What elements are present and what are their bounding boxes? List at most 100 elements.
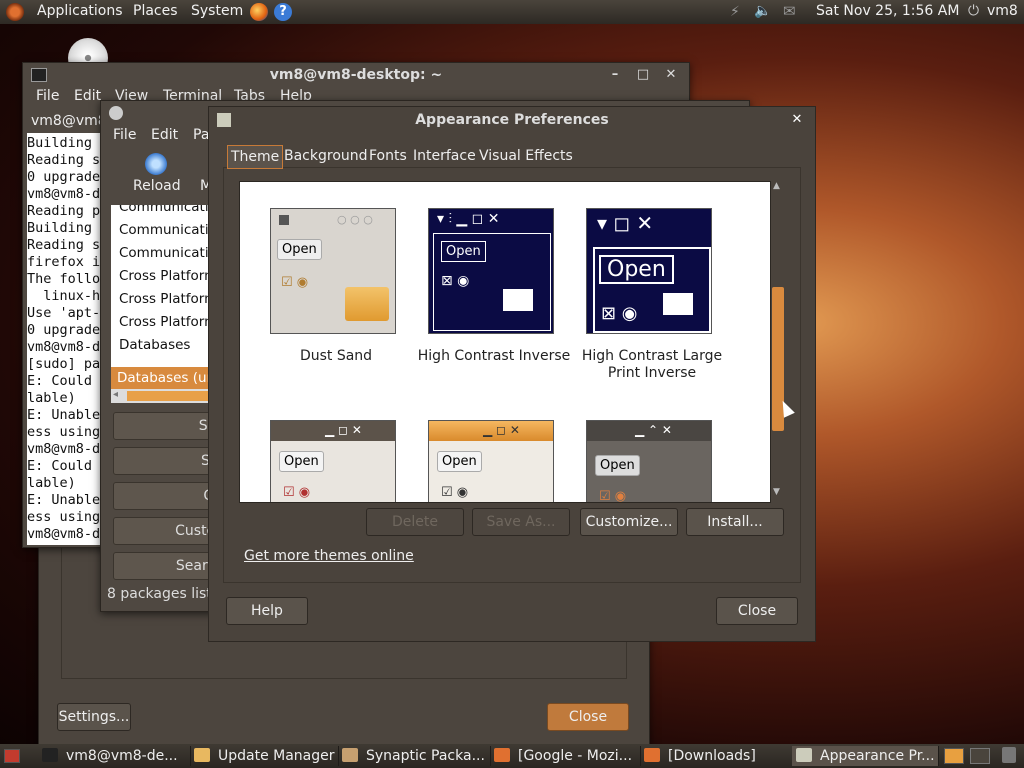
taskbar-button[interactable]: [Downloads] bbox=[640, 746, 793, 766]
task-label: [Google - Mozi... bbox=[518, 748, 633, 764]
section-list-item[interactable]: Communicatio bbox=[119, 245, 211, 261]
customize-button[interactable]: Customize... bbox=[580, 508, 678, 536]
packages-status: 8 packages liste bbox=[107, 586, 221, 602]
applications-menu[interactable]: Applications bbox=[37, 3, 123, 19]
taskbar-button[interactable]: Synaptic Packa... bbox=[338, 746, 491, 766]
close-button[interactable]: Close bbox=[716, 597, 798, 625]
volume-icon[interactable]: 🔈 bbox=[754, 3, 771, 19]
package-section-list[interactable]: Communicatio Communicatio Communicatio Cros… bbox=[111, 205, 211, 389]
appearance-titlebar[interactable]: Appearance Preferences ✕ bbox=[209, 107, 815, 133]
terminal-tab[interactable]: vm8@vm8 bbox=[31, 113, 107, 129]
network-icon[interactable]: ⚡ bbox=[730, 4, 740, 20]
terminal-line: Reading s bbox=[27, 237, 101, 253]
clock[interactable]: Sat Nov 25, 1:56 AM bbox=[816, 3, 959, 19]
task-app-icon bbox=[194, 748, 210, 762]
section-list-scroll-thumb[interactable] bbox=[127, 391, 211, 401]
folder-icon bbox=[503, 289, 533, 311]
install-button[interactable]: Install... bbox=[686, 508, 784, 536]
theme-preview-dust-sand[interactable]: ○ ○ ○ Open ☑ ◉ bbox=[270, 208, 396, 334]
taskbar-button[interactable]: vm8@vm8-de... bbox=[38, 746, 191, 766]
synaptic-menu-file[interactable]: File bbox=[113, 127, 136, 143]
theme-preview-high-contrast-inverse[interactable]: ▾ ⫶ ▁ ◻ ✕ Open ⊠ ◉ bbox=[428, 208, 554, 334]
terminal-maximize-icon[interactable]: □ bbox=[635, 67, 651, 83]
places-menu[interactable]: Places bbox=[133, 3, 178, 19]
window-icon bbox=[279, 215, 289, 225]
terminal-menu-edit[interactable]: Edit bbox=[74, 88, 101, 104]
taskbar-button[interactable]: Update Manager bbox=[190, 746, 339, 766]
reload-button[interactable]: Reload bbox=[133, 178, 181, 194]
task-label: vm8@vm8-de... bbox=[66, 748, 178, 764]
tab-theme[interactable]: Theme bbox=[227, 145, 284, 169]
synaptic-menu-package[interactable]: Pa bbox=[193, 127, 209, 143]
checkbox-icon: ☑ ◉ bbox=[283, 485, 311, 500]
section-list-item[interactable]: Communicatio bbox=[119, 222, 211, 238]
tab-visual-effects[interactable]: Visual Effects bbox=[479, 145, 573, 167]
bottom-panel: vm8@vm8-de... Update Manager Synaptic Pack… bbox=[0, 744, 1024, 768]
terminal-line: linux-h bbox=[27, 288, 101, 304]
tab-interface[interactable]: Interface bbox=[413, 145, 476, 167]
terminal-menu-file[interactable]: File bbox=[36, 88, 59, 104]
trash-icon[interactable] bbox=[1002, 747, 1016, 763]
section-list-item[interactable]: Databases bbox=[119, 337, 190, 353]
tab-background[interactable]: Background bbox=[284, 145, 368, 167]
terminal-titlebar[interactable]: vm8@vm8-desktop: ~ – □ ✕ bbox=[23, 63, 689, 87]
checkbox-icon: ☑ ◉ bbox=[599, 489, 627, 503]
terminal-title: vm8@vm8-desktop: ~ bbox=[269, 67, 443, 83]
section-list-item[interactable]: Cross Platform bbox=[119, 291, 211, 307]
checkbox-icon: ☑ ◉ bbox=[281, 275, 309, 290]
tab-fonts[interactable]: Fonts bbox=[369, 145, 407, 167]
section-list-item[interactable]: Cross Platform bbox=[119, 268, 211, 284]
scroll-up-icon[interactable]: ▲ bbox=[773, 181, 780, 191]
terminal-close-icon[interactable]: ✕ bbox=[663, 67, 679, 83]
scroll-down-icon[interactable]: ▼ bbox=[773, 487, 780, 497]
task-app-icon bbox=[494, 748, 510, 762]
terminal-minimize-icon[interactable]: – bbox=[607, 67, 623, 83]
checkbox-icon: ☑ ◉ bbox=[441, 485, 469, 500]
terminal-line: [sudo] pa bbox=[27, 356, 101, 372]
delete-button[interactable]: Delete bbox=[366, 508, 464, 536]
terminal-line: 0 upgrade bbox=[27, 169, 101, 185]
window-buttons-icon: ▁ ⌃ ✕ bbox=[635, 423, 672, 437]
save-as-button[interactable]: Save As... bbox=[472, 508, 570, 536]
show-desktop-icon[interactable] bbox=[4, 749, 20, 763]
terminal-line: Reading p bbox=[27, 203, 101, 219]
terminal-output[interactable]: Building Reading s0 upgrade vm8@vm8-d Readi… bbox=[27, 133, 107, 545]
get-more-themes-link[interactable]: Get more themes online bbox=[244, 548, 414, 564]
terminal-line: Building bbox=[27, 220, 93, 236]
selected-section-label: Databases (ur bbox=[117, 370, 211, 386]
theme-preview-6[interactable]: ▁ ⌃ ✕ Open ☑ ◉ bbox=[586, 420, 712, 503]
theme-preview-high-contrast-large-print-inverse[interactable]: ▾ ◻ ✕ Open ⊠ ◉ bbox=[586, 208, 712, 334]
window-buttons-icon: ▁ ◻ ✕ bbox=[483, 423, 520, 437]
system-menu[interactable]: System bbox=[191, 3, 243, 19]
taskbar-button[interactable]: [Google - Mozi... bbox=[490, 746, 641, 766]
reload-icon[interactable] bbox=[145, 153, 167, 175]
appearance-close-icon[interactable]: ✕ bbox=[789, 112, 805, 128]
ubuntu-logo-icon[interactable] bbox=[6, 3, 24, 21]
scroll-left-icon[interactable]: ◂ bbox=[113, 389, 118, 400]
open-button-preview: Open bbox=[599, 255, 674, 284]
theme-list-scrollbar[interactable]: ▲ ▼ bbox=[771, 181, 785, 501]
section-list-item[interactable]: Cross Platform bbox=[119, 314, 211, 330]
user-name[interactable]: vm8 bbox=[987, 3, 1018, 19]
power-icon[interactable]: ⏻ bbox=[968, 3, 979, 19]
update-close-button[interactable]: Close bbox=[547, 703, 629, 731]
firefox-icon[interactable] bbox=[250, 3, 268, 21]
open-button-preview: Open bbox=[437, 451, 482, 472]
synaptic-menu-edit[interactable]: Edit bbox=[151, 127, 178, 143]
theme-preview-5[interactable]: ▁ ◻ ✕ Open ☑ ◉ bbox=[428, 420, 554, 502]
help-button[interactable]: Help bbox=[226, 597, 308, 625]
taskbar-button[interactable]: Appearance Pr... bbox=[792, 746, 939, 766]
help-icon[interactable]: ? bbox=[274, 3, 292, 21]
workspace-2-icon[interactable] bbox=[970, 748, 990, 764]
mail-icon[interactable]: ✉ bbox=[783, 2, 796, 20]
theme-preview-4[interactable]: ▁ ◻ ✕ Open ☑ ◉ bbox=[270, 420, 396, 502]
terminal-line: ess using bbox=[27, 424, 101, 440]
task-app-icon bbox=[644, 748, 660, 762]
theme-list[interactable]: ○ ○ ○ Open ☑ ◉ Dust Sand ▾ ⫶ ▁ ◻ ✕ Open … bbox=[239, 181, 771, 503]
section-list-item[interactable]: Communicatio bbox=[119, 205, 211, 215]
section-list-scrollbar[interactable]: ◂ bbox=[111, 389, 211, 403]
workspace-switcher-icon[interactable] bbox=[944, 748, 964, 764]
window-buttons-icon: ▾ ◻ ✕ bbox=[597, 211, 654, 235]
settings-button[interactable]: Settings... bbox=[57, 703, 131, 731]
terminal-line: firefox i bbox=[27, 254, 101, 270]
